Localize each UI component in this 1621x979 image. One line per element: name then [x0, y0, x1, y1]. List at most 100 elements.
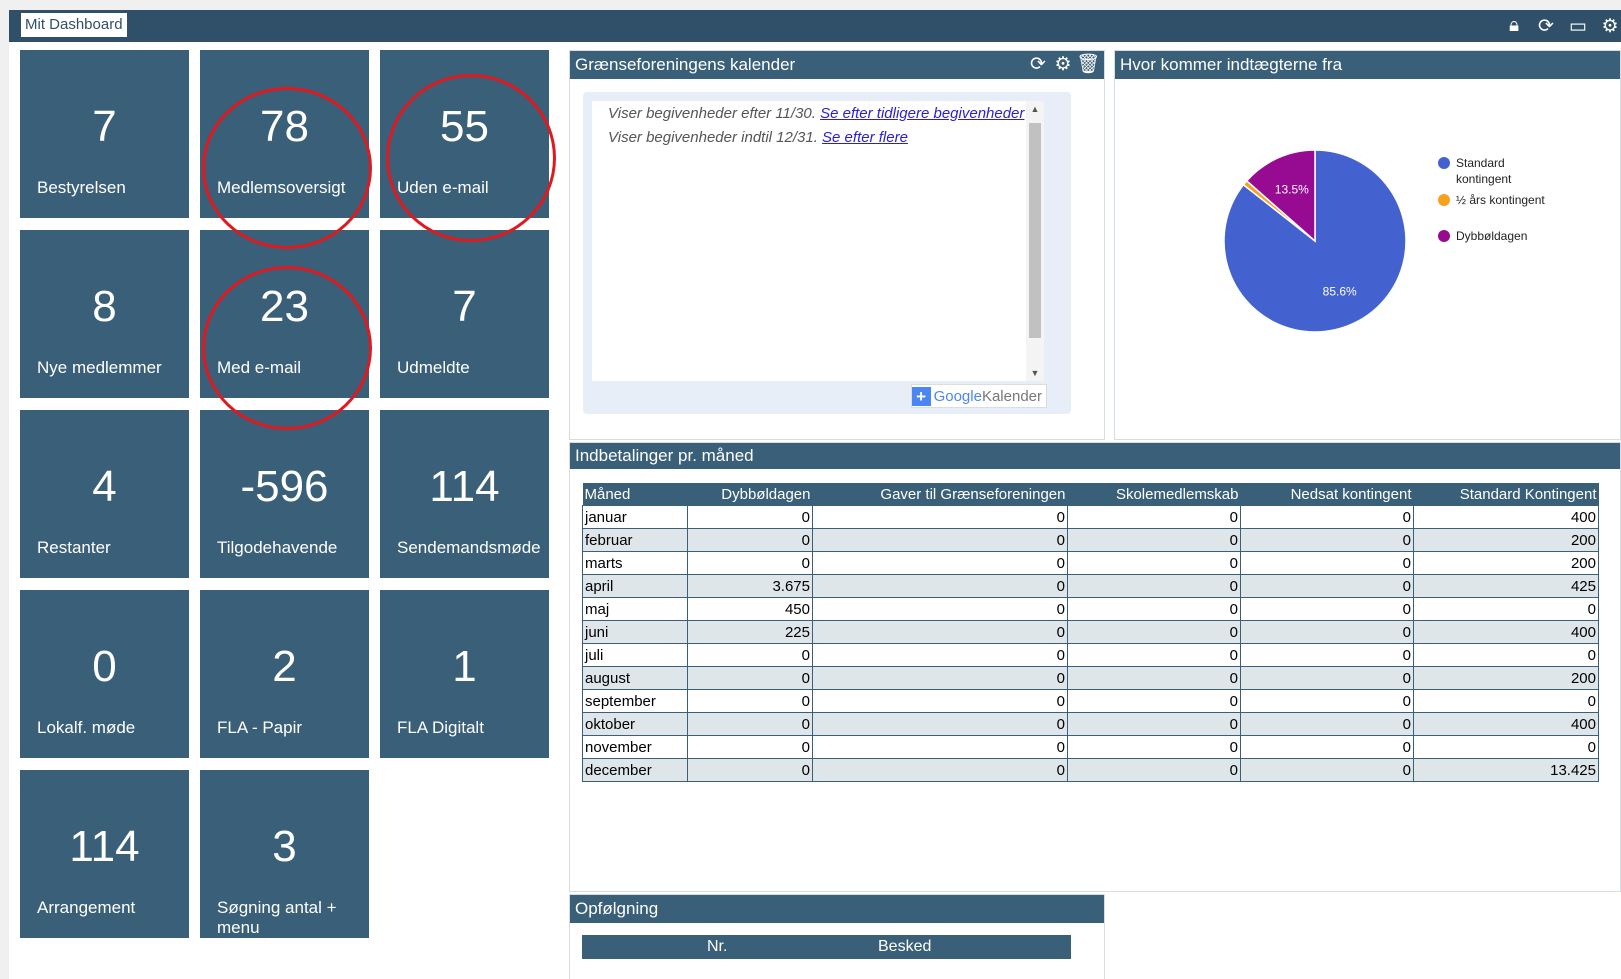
calendar-row-earlier: Viser begivenheder efter 11/30. Se efter… — [592, 102, 1044, 126]
month-cell: februar — [582, 528, 688, 552]
tile-label: FLA Digitalt — [397, 718, 484, 737]
calendar-event-list: Viser begivenheder efter 11/30. Se efter… — [592, 101, 1044, 381]
tile-value: 114 — [429, 462, 500, 511]
tile-label: Medlemsoversigt — [217, 178, 346, 197]
tile-label: Bestyrelsen — [37, 178, 126, 197]
trash-icon[interactable]: 🗑︎ — [1076, 51, 1100, 79]
amount-cell: 0 — [812, 597, 1068, 621]
month-cell: november — [582, 735, 688, 759]
payments-panel-title: Indbetalinger pr. måned — [570, 443, 1620, 469]
amount-cell: 0 — [687, 758, 813, 782]
tile-tilgodehavende[interactable]: -596 Tilgodehavende — [200, 410, 369, 578]
tile-label: Restanter — [37, 538, 111, 557]
tile-value: 1 — [452, 642, 477, 691]
tile-restanter[interactable]: 4 Restanter — [20, 410, 189, 578]
month-cell: april — [582, 574, 688, 598]
month-cell: maj — [582, 597, 688, 621]
amount-cell: 0 — [1067, 643, 1241, 667]
amount-cell: 3.675 — [687, 574, 813, 598]
tile-lokalf-mode[interactable]: 0 Lokalf. møde — [20, 590, 189, 758]
tile-value: 0 — [92, 642, 117, 691]
amount-cell: 225 — [687, 620, 813, 644]
amount-cell: 0 — [687, 735, 813, 759]
scrollbar-thumb[interactable] — [1029, 123, 1041, 338]
tile-uden-email[interactable]: 55 Uden e-mail — [380, 50, 549, 218]
calendar-scrollbar[interactable]: ▲ ▼ — [1026, 101, 1044, 381]
amount-cell: 0 — [812, 643, 1068, 667]
amount-cell: 0 — [1067, 735, 1241, 759]
monitor-settings-icon[interactable]: ▭ — [1567, 15, 1589, 38]
tile-sendemandsmode[interactable]: 114 Sendemandsmøde — [380, 410, 549, 578]
table-row: februar 0 0 0 0 200 — [582, 528, 1599, 552]
tile-arrangement[interactable]: 114 Arrangement — [20, 770, 189, 938]
tile-bestyrelsen[interactable]: 7 Bestyrelsen — [20, 50, 189, 218]
tile-label: Nye medlemmer — [37, 358, 162, 377]
amount-cell: 0 — [812, 574, 1068, 598]
refresh-icon[interactable]: ⟳ — [1535, 15, 1557, 38]
tile-med-email[interactable]: 23 Med e-mail — [200, 230, 369, 398]
amount-cell: 0 — [687, 643, 813, 667]
tile-label: FLA - Papir — [217, 718, 303, 737]
table-row: juli 0 0 0 0 0 — [582, 643, 1599, 667]
gear-icon[interactable]: ⚙ — [1051, 51, 1075, 79]
amount-cell: 0 — [1413, 643, 1599, 667]
amount-cell: 0 — [1240, 551, 1414, 575]
column-header-besked: Besked — [878, 938, 932, 955]
calendar-panel: Grænseforeningens kalender ⟳ ⚙ 🗑︎ Viser … — [569, 50, 1105, 440]
tile-label: Med e-mail — [217, 358, 302, 377]
amount-cell: 0 — [1240, 758, 1414, 782]
scroll-down-arrow-icon[interactable]: ▼ — [1026, 368, 1044, 378]
tile-label: Arrangement — [37, 898, 136, 917]
tile-nye-medlemmer[interactable]: 8 Nye medlemmer — [20, 230, 189, 398]
pie-slice-label: 85.6% — [1323, 285, 1357, 299]
income-panel: Hvor kommer indtægterne fra 85.6% 13.5% S… — [1114, 50, 1621, 440]
tile-fla-digitalt[interactable]: 1 FLA Digitalt — [380, 590, 549, 758]
tile-udmeldte[interactable]: 7 Udmeldte — [380, 230, 549, 398]
amount-cell: 0 — [1240, 666, 1414, 690]
amount-cell: 0 — [1413, 689, 1599, 713]
amount-cell: 0 — [1240, 597, 1414, 621]
table-row: august 0 0 0 0 200 — [582, 666, 1599, 690]
table-row: november 0 0 0 0 0 — [582, 735, 1599, 759]
amount-cell: 0 — [1067, 758, 1241, 782]
tile-sogning-antal-menu[interactable]: 3 Søgning antal + menu — [200, 770, 369, 938]
scroll-up-arrow-icon[interactable]: ▲ — [1026, 104, 1044, 114]
column-header: Måned — [582, 483, 688, 506]
earlier-events-link[interactable]: Se efter tidligere begivenheder — [820, 105, 1024, 122]
amount-cell: 0 — [1240, 528, 1414, 552]
amount-cell: 0 — [1067, 597, 1241, 621]
lock-icon[interactable]: 🔒︎ — [1503, 15, 1525, 37]
followup-panel: Opfølgning Nr. Besked — [569, 894, 1105, 979]
tile-value: 7 — [92, 102, 117, 151]
column-header: Nedsat kontingent — [1240, 483, 1414, 506]
column-header: Skolemedlemskab — [1067, 483, 1241, 506]
column-header: Gaver til Grænseforeningen — [812, 483, 1068, 506]
tile-value: 23 — [260, 282, 309, 331]
refresh-icon[interactable]: ⟳ — [1026, 51, 1050, 79]
payments-panel: Indbetalinger pr. måned Måned Dybbøldagen… — [569, 442, 1621, 892]
income-pie-chart: 85.6% 13.5% — [1223, 149, 1407, 333]
tile-label: Sendemandsmøde — [397, 538, 541, 557]
amount-cell: 0 — [1413, 597, 1599, 621]
tile-value: 55 — [440, 102, 489, 151]
payments-table-body: januar 0 0 0 0 400 februar 0 0 0 0 200 marts 0 0 0 0 200 a… — [582, 505, 1599, 782]
amount-cell: 0 — [1240, 735, 1414, 759]
month-cell: oktober — [582, 712, 688, 736]
tile-medlemsoversigt[interactable]: 78 Medlemsoversigt — [200, 50, 369, 218]
table-row: januar 0 0 0 0 400 — [582, 505, 1599, 529]
tile-label: Søgning antal + menu — [217, 898, 337, 937]
plus-icon: + — [911, 386, 931, 406]
calendar-embed: Viser begivenheder efter 11/30. Se efter… — [583, 92, 1071, 414]
income-panel-title: Hvor kommer indtægterne fra — [1115, 51, 1620, 79]
gear-icon[interactable]: ⚙ — [1599, 15, 1621, 38]
followup-table-header: Nr. Besked — [582, 935, 1071, 959]
more-events-link[interactable]: Se efter flere — [822, 129, 908, 146]
google-calendar-button[interactable]: + Google Kalender — [910, 384, 1047, 408]
tile-fla-papir[interactable]: 2 FLA - Papir — [200, 590, 369, 758]
tile-value: 78 — [260, 102, 309, 151]
legend-swatch — [1438, 157, 1450, 169]
legend-label: Standard kontingent — [1456, 156, 1512, 186]
month-cell: juli — [582, 643, 688, 667]
dashboard-content: 7 Bestyrelsen 78 Medlemsoversigt 55 Uden… — [9, 42, 1621, 979]
amount-cell: 0 — [1067, 505, 1241, 529]
